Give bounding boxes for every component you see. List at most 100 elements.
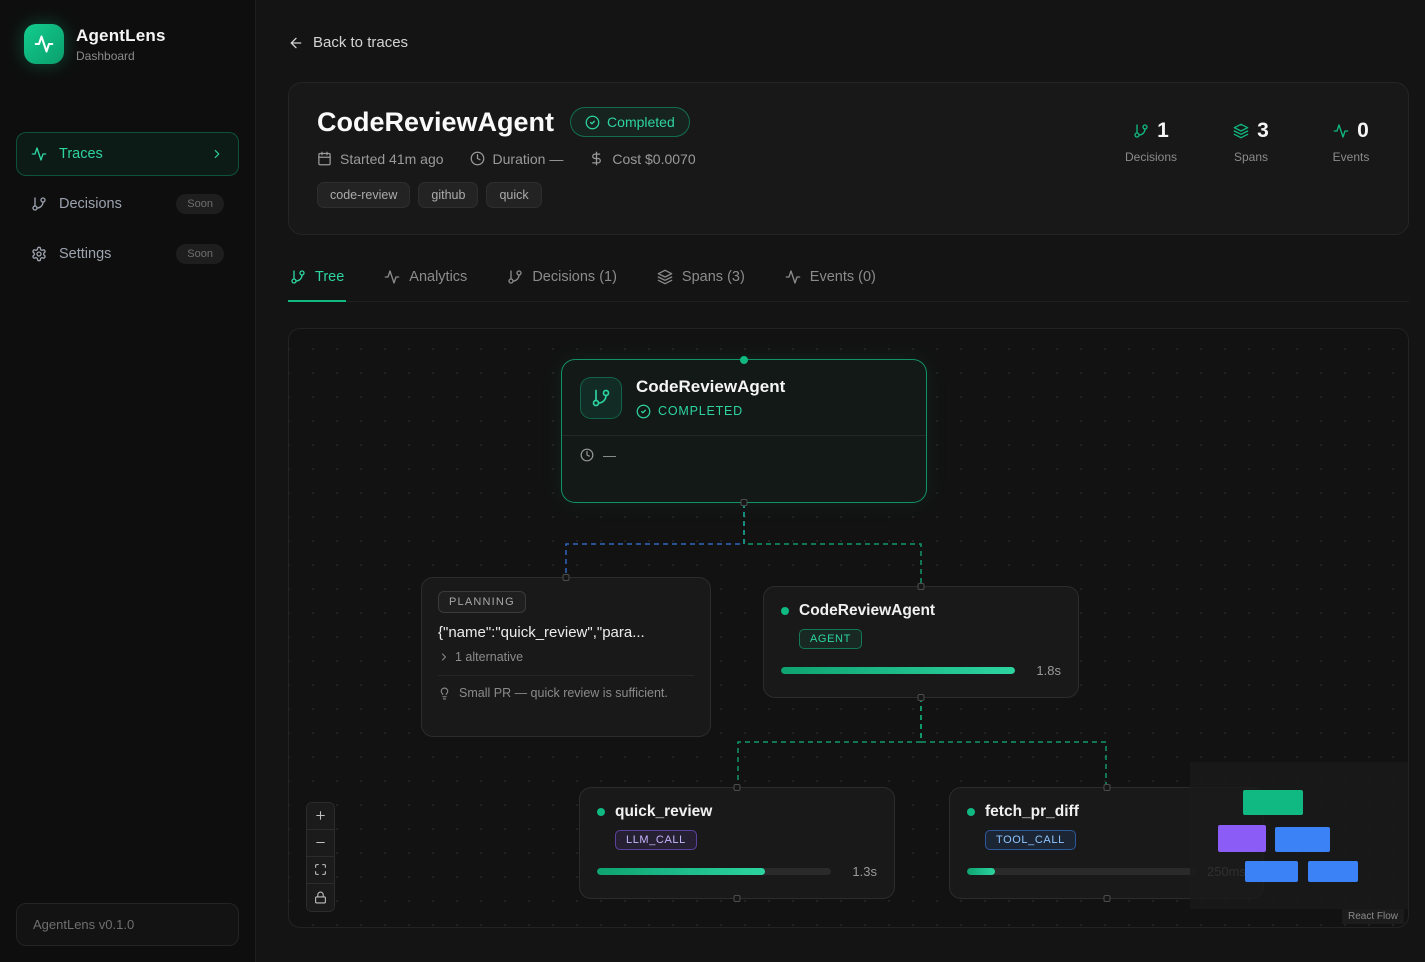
node-handle	[741, 499, 748, 506]
flow-minimap[interactable]	[1190, 762, 1408, 909]
activity-icon	[785, 269, 801, 285]
tree-node-agent-span[interactable]: CodeReviewAgent AGENT 1.8s	[763, 586, 1079, 698]
app-identity: AgentLens Dashboard	[76, 26, 166, 63]
tag: quick	[486, 182, 541, 208]
trace-header-card: CodeReviewAgent Completed Started 41m ag…	[288, 82, 1409, 235]
dollar-icon	[589, 151, 604, 166]
check-circle-icon	[636, 404, 651, 419]
layers-icon	[1233, 123, 1249, 139]
cost-label: Cost $0.0070	[612, 151, 695, 167]
span-name: fetch_pr_diff	[985, 803, 1079, 821]
git-branch-icon	[507, 269, 523, 285]
span-duration: 1.3s	[841, 864, 877, 879]
stat-spans: 3 Spans	[1222, 119, 1280, 208]
sidebar-item-label: Traces	[59, 146, 103, 162]
back-to-traces-link[interactable]: Back to traces	[288, 34, 408, 51]
span-duration: 1.8s	[1025, 663, 1061, 678]
tab-decisions[interactable]: Decisions (1)	[505, 259, 619, 302]
trace-title-row: CodeReviewAgent Completed	[317, 107, 696, 138]
duration-bar	[781, 667, 1015, 674]
root-node-text: CodeReviewAgent COMPLETED	[636, 377, 785, 419]
status-badge: Completed	[570, 107, 690, 137]
node-status-label: COMPLETED	[658, 404, 743, 418]
arrow-left-icon	[288, 35, 304, 51]
trace-tree-canvas[interactable]: CodeReviewAgent COMPLETED — PLANNING {"n…	[288, 328, 1409, 928]
tree-node-llm-span[interactable]: quick_review LLM_CALL 1.3s	[579, 787, 895, 899]
zoom-in-button[interactable]	[307, 803, 334, 830]
app-version: AgentLens v0.1.0	[16, 903, 239, 946]
minimap-node-agent	[1275, 827, 1330, 852]
decision-type-badge: PLANNING	[438, 591, 526, 613]
trace-header-left: CodeReviewAgent Completed Started 41m ag…	[317, 107, 696, 208]
cost-meta: Cost $0.0070	[589, 151, 695, 167]
root-node-header: CodeReviewAgent COMPLETED	[562, 360, 926, 419]
span-type-badge: LLM_CALL	[615, 830, 697, 850]
stat-events: 0 Events	[1322, 119, 1380, 208]
app-logo: AgentLens Dashboard	[0, 0, 255, 88]
traces-icon	[31, 146, 47, 162]
page-title: CodeReviewAgent	[317, 107, 554, 138]
stat-value: 3	[1257, 119, 1269, 143]
chevron-right-icon	[438, 651, 450, 663]
back-link-label: Back to traces	[313, 34, 408, 51]
lock-button[interactable]	[307, 884, 334, 911]
tab-label: Decisions (1)	[532, 269, 617, 285]
node-status: COMPLETED	[636, 404, 785, 419]
minimap-node-llm	[1245, 861, 1298, 882]
span-type-badge: AGENT	[799, 629, 862, 649]
check-circle-icon	[585, 115, 600, 130]
sidebar-item-traces[interactable]: Traces	[16, 132, 239, 176]
tree-node-decision[interactable]: PLANNING {"name":"quick_review","para...…	[421, 577, 711, 737]
calendar-icon	[317, 151, 332, 166]
tab-label: Events (0)	[810, 269, 876, 285]
reason-label: Small PR — quick review is sufficient.	[459, 686, 668, 700]
tab-analytics[interactable]: Analytics	[382, 259, 469, 302]
tab-tree[interactable]: Tree	[288, 259, 346, 302]
stat-value: 0	[1357, 119, 1369, 143]
sidebar-item-label: Settings	[59, 246, 111, 262]
status-dot	[781, 607, 789, 615]
edge-agent-to-llm	[738, 697, 921, 787]
zoom-out-button[interactable]	[307, 830, 334, 857]
chevron-right-icon	[210, 147, 224, 161]
tag: github	[418, 182, 478, 208]
minimap-node-root	[1243, 790, 1303, 815]
trace-tags: code-review github quick	[317, 182, 696, 208]
tab-spans[interactable]: Spans (3)	[655, 259, 747, 302]
activity-icon	[384, 269, 400, 285]
status-dot	[967, 808, 975, 816]
span-name: CodeReviewAgent	[799, 602, 935, 620]
stat-label: Spans	[1234, 150, 1268, 164]
app-name: AgentLens	[76, 26, 166, 46]
minimap-node-decision	[1218, 825, 1266, 852]
clock-icon	[580, 448, 594, 462]
git-branch-icon	[1133, 123, 1149, 139]
tab-events[interactable]: Events (0)	[783, 259, 878, 302]
app-subtitle: Dashboard	[76, 49, 166, 63]
main-content: Back to traces CodeReviewAgent Completed…	[256, 0, 1425, 962]
sidebar-nav: Traces Decisions Soon Settings Soon	[0, 132, 255, 276]
decision-alternatives-toggle[interactable]: 1 alternative	[438, 650, 694, 664]
trace-meta-row: Started 41m ago Duration — Cost $0.0070	[317, 151, 696, 167]
status-dot	[597, 808, 605, 816]
stat-label: Events	[1333, 150, 1370, 164]
sidebar-item-decisions[interactable]: Decisions Soon	[16, 182, 239, 226]
started-label: Started 41m ago	[340, 151, 444, 167]
trace-stats: 1 Decisions 3 Spans 0 Events	[1122, 107, 1380, 208]
tab-label: Tree	[315, 269, 344, 285]
soon-badge: Soon	[176, 194, 224, 214]
alternatives-label: 1 alternative	[455, 650, 523, 664]
node-handle	[734, 895, 741, 902]
fit-view-button[interactable]	[307, 857, 334, 884]
tag: code-review	[317, 182, 410, 208]
node-handle	[1103, 895, 1110, 902]
duration-bar-fill	[597, 868, 765, 875]
sidebar-item-settings[interactable]: Settings Soon	[16, 232, 239, 276]
tree-node-root[interactable]: CodeReviewAgent COMPLETED —	[561, 359, 927, 503]
sidebar: AgentLens Dashboard Traces Decisions Soo…	[0, 0, 256, 962]
duration-bar-fill	[781, 667, 1015, 674]
decision-reason: Small PR — quick review is sufficient.	[438, 675, 694, 700]
span-type-badge: TOOL_CALL	[985, 830, 1076, 850]
soon-badge: Soon	[176, 244, 224, 264]
status-label: Completed	[607, 114, 675, 130]
